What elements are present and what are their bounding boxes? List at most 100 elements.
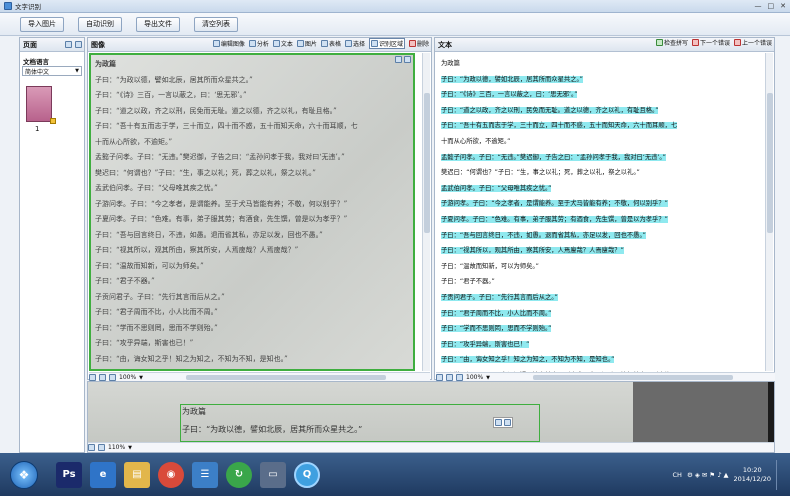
region-close-icon[interactable] [504,419,511,426]
text-line-content: 子曰：“攻乎异端，斯害也已！” [441,340,530,348]
chat-icon[interactable]: ☰ [192,461,218,488]
tray-icons[interactable]: ⚙ ◈ ✉ ⚑ ♪ ▲ [687,471,729,479]
text-line-content: 子曰：“道之以政，齐之以刑，民免而无耻。道之以德，齐之以礼，有耻且格。” [441,106,659,114]
text-line[interactable]: 子曰：“君子不器。” [441,276,495,285]
scroll-thumb[interactable] [767,93,773,233]
text-line[interactable]: 十而从心所欲，不逾矩。” [441,136,510,145]
text-tool-0[interactable]: 检查拼写 [655,38,688,47]
text-vscroll[interactable] [765,53,773,371]
fit-icon[interactable] [89,374,96,381]
text-line-content: 孟懿子问孝。子曰：“无违。”樊迟御，子告之曰：“孟孙问孝于我，我对曰‘无违’。” [441,153,666,161]
page-add-icon[interactable] [65,41,72,48]
text-line[interactable]: 子曰：“由，诲女知之乎！知之为知之，不知为不知，是知也。” [441,354,615,364]
text-line[interactable]: 子夏问孝。子曰：“色难。有事，弟子服其劳；有酒食，先生馔，曾是以为孝乎？” [441,214,668,223]
text-line[interactable]: 子曰：“为政以德，譬如北辰，居其所而众星共之。” [441,74,583,83]
zoom-level[interactable]: 110% [108,444,125,451]
image-tool-1[interactable]: 分析 [248,39,269,48]
scanned-page[interactable]: 为政篇 子曰：“为政以德，譬如北辰，居其所而众星共之。” 子曰：“《诗》三百，一言以… [89,53,415,371]
photoshop-icon[interactable]: Ps [56,461,82,488]
folder-icon[interactable]: ▤ [124,461,150,488]
page-thumbnail[interactable] [26,86,52,122]
text-zoom[interactable]: 100% [466,374,483,381]
text-line[interactable]: 子曰：“吾与回言终日，不违，如愚。退而省其私，亦足以发，回也不愚。” [441,230,646,239]
zoom-in-icon[interactable] [456,374,463,381]
text-line-content: 孟武伯问孝。子曰：“父母唯其疾之忧。” [441,184,552,192]
text-hscroll[interactable] [533,375,734,380]
chrome-icon[interactable]: ◉ [158,461,184,488]
image-tool-7[interactable]: 删除 [408,39,429,48]
zoom-region[interactable] [180,404,540,442]
text-line-content: 子曰：“为政以德，譬如北辰，居其所而众星共之。” [441,75,583,83]
scanner-icon[interactable]: ▭ [260,461,286,488]
import-image-button[interactable]: 导入图片 [20,16,64,32]
image-tool-3[interactable]: 图片 [296,39,317,48]
close-button[interactable]: ✕ [780,2,786,10]
zoom-in-icon[interactable] [109,374,116,381]
text-line[interactable]: 子曰：“攻乎异端，斯害也已！” [441,339,530,348]
page-number: 1 [35,125,40,133]
text-tool-2[interactable]: 上一个错误 [733,38,772,47]
text-line[interactable]: 孟懿子问孝。子曰：“无违。”樊迟御，子告之曰：“孟孙问孝于我，我对曰‘无违’。” [441,152,666,161]
image-title: 图像 [91,40,105,49]
zoom-dropdown-icon[interactable]: ▼ [139,375,143,381]
zoom-in-icon[interactable] [98,444,105,451]
region-menu-icon[interactable] [495,419,502,426]
update-icon[interactable]: ↻ [226,461,252,488]
scan-line: 子曰：“道之以政，齐之以刑，民免而无耻。道之以德，齐之以礼，有耻且格。” [95,106,337,115]
image-tool-4[interactable]: 表格 [320,39,341,48]
delete-icon [408,40,416,47]
language-select[interactable]: 简体中文 ▼ [22,66,82,76]
image-tool-2[interactable]: 文本 [272,39,293,48]
image-zoom[interactable]: 100% [119,374,136,381]
start-button[interactable]: ❖ [10,460,38,489]
image-tool-5[interactable]: 选择 [344,39,365,48]
maximize-button[interactable]: □ [768,2,775,10]
zoom-dropdown-icon[interactable]: ▼ [486,375,490,381]
text-line[interactable]: 为政篇 [441,58,460,67]
export-file-button[interactable]: 导出文件 [136,16,180,32]
main-toolbar: 导入图片 自动识别 导出文件 清空列表 [0,13,790,36]
text-line[interactable]: 孟武伯问孝。子曰：“父母唯其疾之忧。” [441,183,552,192]
scan-line: 子曰：“攻乎异端，斯害也已！” [95,339,194,347]
text-line[interactable]: 子曰：“道之以政，齐之以刑，民免而无耻。道之以德，齐之以礼，有耻且格。” [441,105,659,114]
scan-line: 子曰：“吾十有五而志于学，三十而立，四十而不惑，五十而知天命，六十而耳顺，七 [95,122,358,130]
scroll-thumb[interactable] [424,93,430,233]
input-lang[interactable]: CH [673,471,682,479]
font-icon[interactable] [436,374,443,381]
scan-line: 子曰：“为政以德，譬如北辰，居其所而众星共之。” [95,75,253,84]
text-line[interactable]: 樊迟曰：“何谓也？”子曰：“生，事之以礼；死，葬之以礼，祭之以礼。” [441,167,640,176]
text-line[interactable]: 子贡问君子。子曰：“先行其言而后从之。” [441,292,558,301]
text-line-content: 子曰：“君子周而不比，小人比而不周。” [441,309,552,317]
zoom-preview[interactable]: 为政篇 子曰：“为政以德，譬如北辰，居其所而众星共之。” [88,382,633,442]
scan-line: 子曰：“《诗》三百，一言以蔽之，曰：‘思无邪’。” [95,91,247,99]
text-line[interactable]: 子曰：“视其所以，观其所由，察其所安，人焉廋哉？人焉廋哉？” [441,245,624,255]
fit-icon[interactable] [88,444,95,451]
clock[interactable]: 10:20 2014/12/20 [734,466,771,484]
next-error-icon [691,39,699,46]
fit-width-icon[interactable] [99,374,106,381]
format-icon[interactable] [446,374,453,381]
clear-list-button[interactable]: 清空列表 [194,16,238,32]
region-close-icon[interactable] [404,56,411,63]
text-line[interactable]: 子曰：“《诗》三百，一言以蔽之，曰：‘思无邪’。” [441,89,578,99]
region-menu-icon[interactable] [395,56,402,63]
text-tool-1[interactable]: 下一个错误 [691,38,730,47]
ocr-app-icon[interactable]: Q [294,461,320,488]
ie-icon[interactable]: e [90,461,116,488]
page-delete-icon[interactable] [75,41,82,48]
text-line[interactable]: 子曰：“温故而知新，可以为师矣。” [441,261,539,270]
text-line[interactable]: 子曰：“吾十有五而志于学，三十而立，四十而不惑，五十而知天命，六十而耳顺，七 [441,120,678,130]
text-line[interactable]: 子曰：“君子周而不比，小人比而不周。” [441,308,552,317]
text-line-content: 子曰：“学而不思则罔，思而不学则殆。” [441,325,552,333]
auto-recognize-button[interactable]: 自动识别 [78,16,122,32]
image-tool-0[interactable]: 编辑图像 [212,39,245,48]
zoom-dropdown-icon[interactable]: ▼ [128,445,132,451]
show-desktop-button[interactable] [776,459,784,490]
text-line[interactable]: 子曰：“学而不思则罔，思而不学则殆。” [441,323,552,333]
taskbar: ❖ Ps e ▤ ◉ ☰ ↻ ▭ Q CH ⚙ ◈ ✉ ⚑ ♪ ▲ 10:20 … [0,453,790,496]
image-tool-6[interactable]: 识别区域 [368,38,405,49]
image-vscroll[interactable] [422,53,430,371]
minimize-button[interactable]: — [755,2,762,10]
text-line[interactable]: 子游问孝。子曰：“今之孝者，是谓能养。至于犬马皆能有养；不敬，何以别乎？” [441,198,668,208]
image-hscroll[interactable] [186,375,387,380]
